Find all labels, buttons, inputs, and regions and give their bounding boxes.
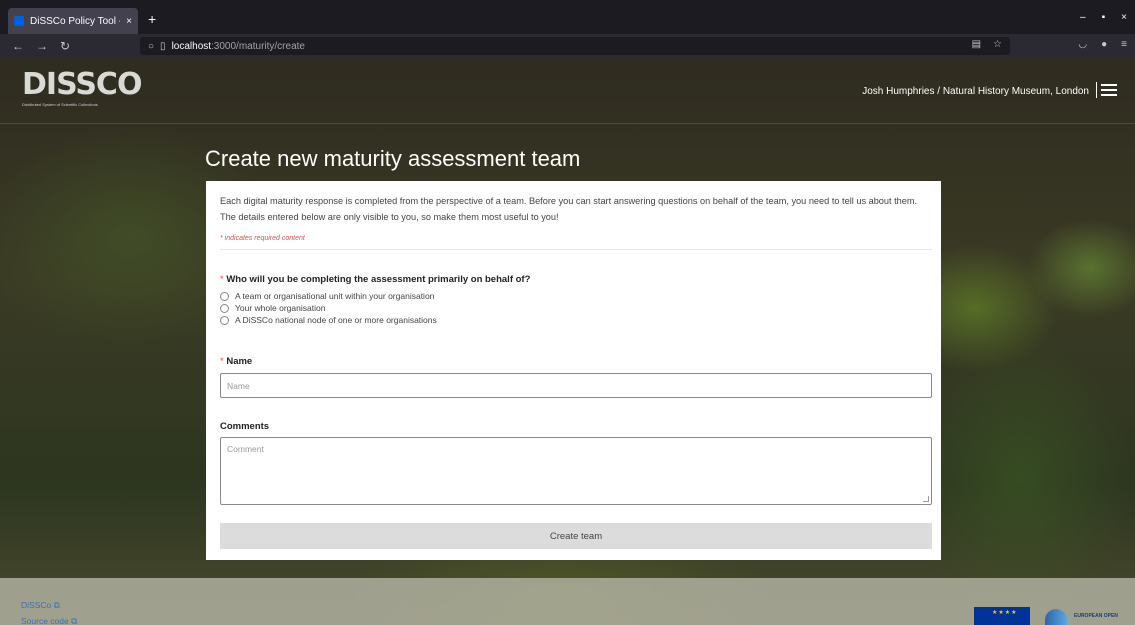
page: DISSCO Distributed System of Scientific … [0, 58, 1135, 625]
menu-icon[interactable]: ≡ [1121, 39, 1127, 50]
minimize-button[interactable]: – [1080, 12, 1086, 23]
url-path: :3000/maturity/create [211, 40, 305, 52]
new-tab-button[interactable]: + [148, 12, 156, 26]
header-divider [1096, 82, 1097, 98]
resize-handle-icon[interactable] [923, 496, 929, 502]
hamburger-menu-icon[interactable] [1101, 84, 1117, 96]
url-bar[interactable]: ○ ▯ localhost:3000/maturity/create ▤ ☆ [140, 37, 1010, 55]
url-host: localhost [171, 40, 212, 52]
create-team-button[interactable]: Create team [220, 523, 932, 549]
dissco-link[interactable]: DiSSCo ⧉ [21, 600, 60, 611]
page-icon: ▯ [160, 40, 166, 52]
forward-arrow-icon[interactable]: → [36, 38, 48, 54]
required-star: * [220, 274, 224, 285]
tab-title: DiSSCo Policy Tool - Crea [30, 15, 120, 27]
intro-text: Each digital maturity response is comple… [220, 196, 918, 222]
required-note: * indicates required content [220, 235, 305, 242]
back-arrow-icon[interactable]: ← [12, 38, 24, 54]
name-label: * Name [220, 356, 253, 367]
comments-textarea[interactable]: Comment [220, 437, 932, 505]
pocket-icon[interactable]: ◡ [1078, 39, 1087, 50]
browser-tab[interactable]: DiSSCo Policy Tool - Crea × [8, 8, 138, 34]
close-tab-icon[interactable]: × [126, 16, 132, 27]
reload-icon[interactable]: ↻ [60, 38, 70, 54]
browser-tab-bar: DiSSCo Policy Tool - Crea × + – ▪ × [0, 0, 1135, 34]
shield-icon: ○ [148, 40, 155, 52]
option-organisation[interactable]: Your whole organisation [220, 303, 325, 313]
name-input[interactable]: Name [220, 373, 932, 398]
option-national-node[interactable]: A DiSSCo national node of one or more or… [220, 315, 437, 325]
window-controls: – ▪ × [1080, 12, 1127, 23]
favicon-icon [14, 16, 24, 26]
dissco-logo[interactable]: DISSCO Distributed System of Scientific … [22, 70, 142, 108]
close-window-button[interactable]: × [1121, 12, 1127, 23]
source-code-link[interactable]: Source code ⧉ [21, 616, 77, 625]
user-info: Josh Humphries / Natural History Museum,… [862, 86, 1089, 97]
radio-button[interactable] [220, 303, 229, 313]
maximize-button[interactable]: ▪ [1102, 12, 1106, 23]
eosc-text: EUROPEAN OPEN [1074, 613, 1118, 619]
footer: DiSSCo ⧉ Source code ⧉ ★★★★ EUROPEAN OPE… [0, 578, 1135, 625]
eosc-logo [1045, 609, 1067, 625]
divider [220, 249, 932, 250]
account-icon[interactable]: ● [1101, 39, 1107, 50]
question-label: * Who will you be completing the assessm… [220, 274, 531, 285]
browser-nav-bar: ← → ↻ ○ ▯ localhost:3000/maturity/create… [0, 34, 1135, 58]
option-team[interactable]: A team or organisational unit within you… [220, 291, 434, 301]
page-title: Create new maturity assessment team [205, 146, 581, 171]
radio-button[interactable] [220, 315, 229, 325]
reader-view-icon[interactable]: ▤ [972, 39, 981, 50]
create-team-form: Each digital maturity response is comple… [206, 181, 941, 560]
site-header: DISSCO Distributed System of Scientific … [0, 58, 1135, 124]
eu-flag-logo: ★★★★ [974, 607, 1030, 625]
comments-label: Comments [220, 421, 270, 432]
radio-button[interactable] [220, 291, 229, 301]
bookmark-star-icon[interactable]: ☆ [993, 39, 1002, 50]
